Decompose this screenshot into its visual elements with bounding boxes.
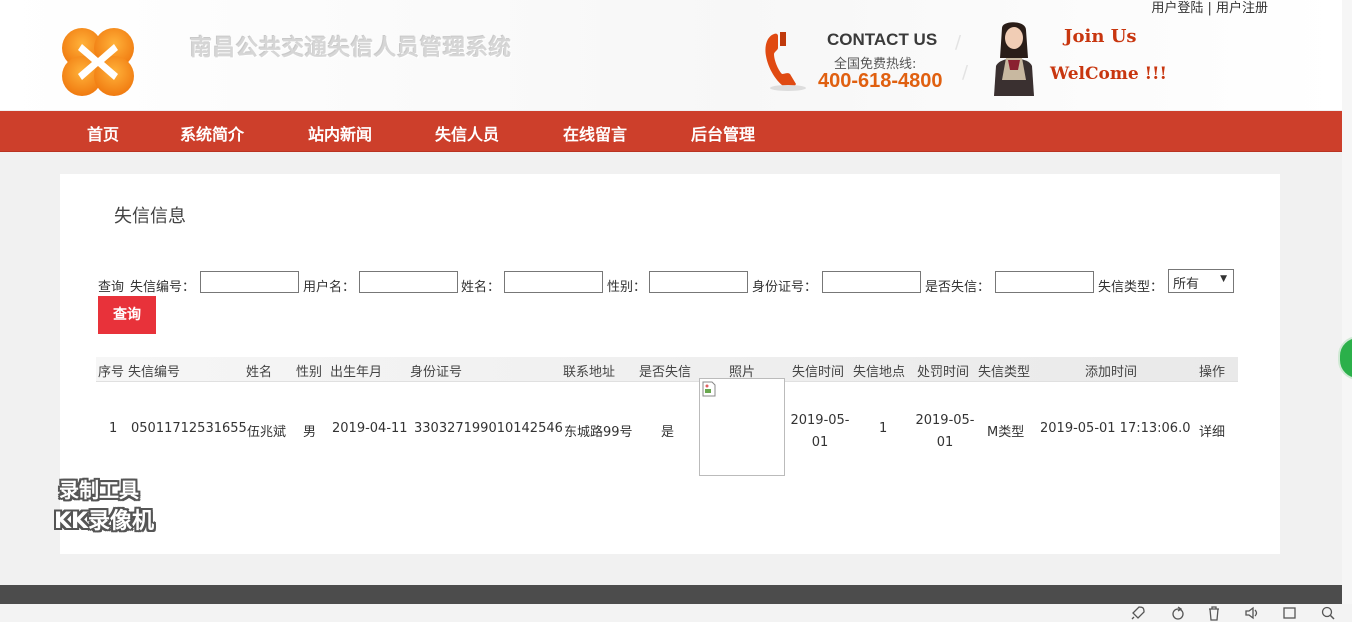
nav-intro[interactable]: 系统简介	[180, 121, 244, 145]
window-icon[interactable]	[1282, 605, 1298, 621]
cell-added: 2019-05-01 17:13:06.0	[1040, 421, 1191, 436]
decor-slash: /	[955, 32, 962, 53]
cell-type: M类型	[987, 425, 1025, 440]
footer-bar	[0, 585, 1342, 605]
nav-news[interactable]: 站内新闻	[308, 121, 372, 145]
gender-input[interactable]	[649, 271, 748, 293]
dishonest-input[interactable]	[995, 271, 1094, 293]
code-input[interactable]	[200, 271, 299, 293]
cell-id: 330327199010142546	[414, 421, 563, 436]
cell-dishonest-time: 2019-05- 01	[788, 410, 852, 454]
nav-dishonest[interactable]: 失信人员	[435, 121, 499, 145]
username-label: 用户名：	[303, 280, 356, 295]
cell-gender: 男	[303, 425, 317, 440]
cell-punish-time-line1: 2019-05-	[915, 413, 975, 428]
id-label: 身份证号：	[752, 280, 818, 295]
page-scrollbar[interactable]	[1342, 0, 1352, 604]
nav-message[interactable]: 在线留言	[563, 121, 627, 145]
volume-icon[interactable]	[1244, 605, 1260, 621]
join-us-text: Join Us	[1064, 26, 1137, 47]
chevron-down-icon: ▼	[1220, 274, 1227, 284]
broken-image-icon	[702, 381, 716, 397]
site-header: 南昌公共交通失信人员管理系统 用户登陆 | 用户注册 CONTACT US 全国…	[0, 0, 1342, 110]
trash-icon[interactable]	[1206, 605, 1222, 621]
contact-title: CONTACT US	[827, 30, 938, 49]
bottom-toolbar	[0, 604, 1352, 622]
cell-name: 伍兆斌	[247, 425, 287, 440]
logo-icon	[62, 28, 134, 96]
cell-punish-time-line2: 01	[936, 435, 954, 450]
search-form: 查询 失信编号： 用户名： 姓名： 性别： 身份证号： 是否失信： 失信类型： …	[98, 269, 1278, 297]
username-input[interactable]	[359, 271, 458, 293]
site-title: 南昌公共交通失信人员管理系统	[190, 35, 513, 61]
watermark-line1: 录制工具	[59, 478, 139, 502]
recorder-watermark: 录制工具 KK录像机	[34, 474, 174, 535]
type-label: 失信类型：	[1098, 280, 1164, 295]
register-link[interactable]: 用户注册	[1216, 1, 1268, 16]
type-select[interactable]: 所有 ▼	[1168, 269, 1234, 293]
contact-phone: 400-618-4800	[818, 70, 943, 92]
cell-address: 东城路99号	[564, 425, 633, 440]
watermark-line2: KK录像机	[53, 509, 155, 534]
avatar-image	[994, 22, 1034, 96]
photo-thumbnail	[699, 378, 785, 476]
query-button[interactable]: 查询	[98, 296, 156, 334]
login-link[interactable]: 用户登陆	[1151, 1, 1203, 16]
auth-separator: |	[1203, 1, 1216, 16]
cell-location: 1	[879, 421, 888, 436]
refresh-icon[interactable]	[1170, 605, 1186, 621]
id-input[interactable]	[822, 271, 921, 293]
auth-links: 用户登陆 | 用户注册	[1151, 0, 1268, 16]
cell-punish-time: 2019-05- 01	[913, 410, 977, 454]
phone-icon	[765, 32, 806, 91]
dishonest-label: 是否失信：	[925, 280, 991, 295]
search-prefix: 查询	[98, 280, 125, 295]
cell-dishonest-time-line2: 01	[811, 435, 829, 450]
table-row: 1 05011712531655 伍兆斌 男 2019-04-11 330327…	[96, 378, 1238, 482]
cell-birth: 2019-04-11	[332, 421, 408, 436]
page-title: 失信信息	[114, 206, 186, 227]
rocket-icon[interactable]	[1130, 605, 1146, 621]
side-float-widget[interactable]	[1338, 336, 1352, 380]
nav-home[interactable]: 首页	[87, 121, 119, 145]
cell-dishonest: 是	[661, 425, 675, 440]
content-panel: 失信信息 查询 失信编号： 用户名： 姓名： 性别： 身份证号： 是否失信： 失…	[60, 174, 1280, 554]
name-label: 姓名：	[461, 280, 501, 295]
cell-code: 05011712531655	[131, 421, 247, 436]
search-icon[interactable]	[1320, 605, 1336, 621]
code-label: 失信编号：	[130, 280, 196, 295]
name-input[interactable]	[504, 271, 603, 293]
decor-slash: /	[962, 62, 969, 83]
main-nav: 首页 系统简介 站内新闻 失信人员 在线留言 后台管理	[0, 111, 1342, 152]
nav-admin[interactable]: 后台管理	[691, 121, 755, 145]
cell-dishonest-time-line1: 2019-05-	[790, 413, 850, 428]
gender-label: 性别：	[607, 280, 647, 295]
detail-link[interactable]: 详细	[1199, 421, 1225, 440]
type-selected-value: 所有	[1173, 277, 1200, 292]
welcome-text: WelCome !!!	[1050, 64, 1167, 84]
cell-index: 1	[109, 421, 118, 436]
